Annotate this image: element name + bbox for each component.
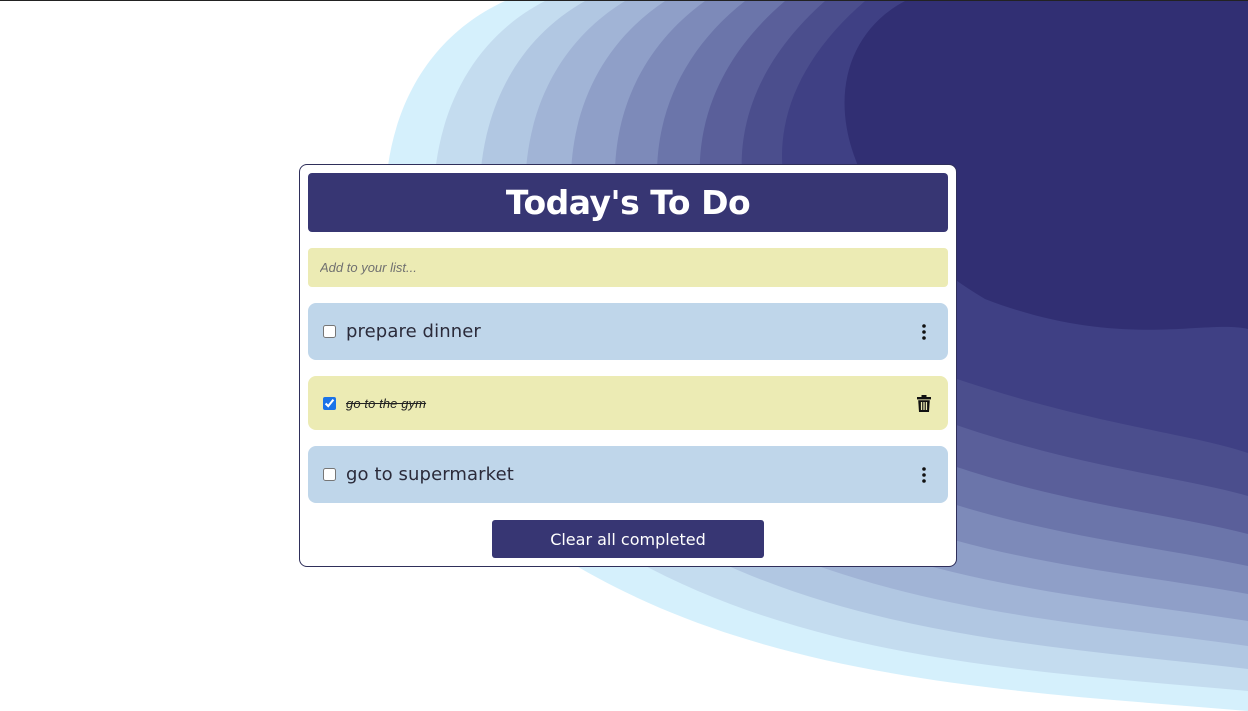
task-item[interactable]: go to supermarket xyxy=(308,446,948,503)
trash-icon[interactable] xyxy=(914,391,934,415)
page-title: Today's To Do xyxy=(505,183,751,222)
title-bar: Today's To Do xyxy=(308,173,948,232)
add-task-input[interactable] xyxy=(308,248,948,287)
task-item[interactable]: go to the gym xyxy=(308,376,948,430)
task-label: prepare dinner xyxy=(346,321,481,342)
task-item[interactable]: prepare dinner xyxy=(308,303,948,360)
task-checkbox[interactable] xyxy=(323,468,336,481)
more-vertical-icon[interactable] xyxy=(914,463,934,487)
task-label: go to supermarket xyxy=(346,464,514,485)
task-label: go to the gym xyxy=(346,395,427,411)
todo-card: Today's To Do prepare dinner go to the g… xyxy=(299,164,957,567)
more-vertical-icon[interactable] xyxy=(914,320,934,344)
task-checkbox[interactable] xyxy=(323,396,336,410)
task-checkbox[interactable] xyxy=(323,325,336,338)
clear-completed-button[interactable]: Clear all completed xyxy=(492,520,764,558)
